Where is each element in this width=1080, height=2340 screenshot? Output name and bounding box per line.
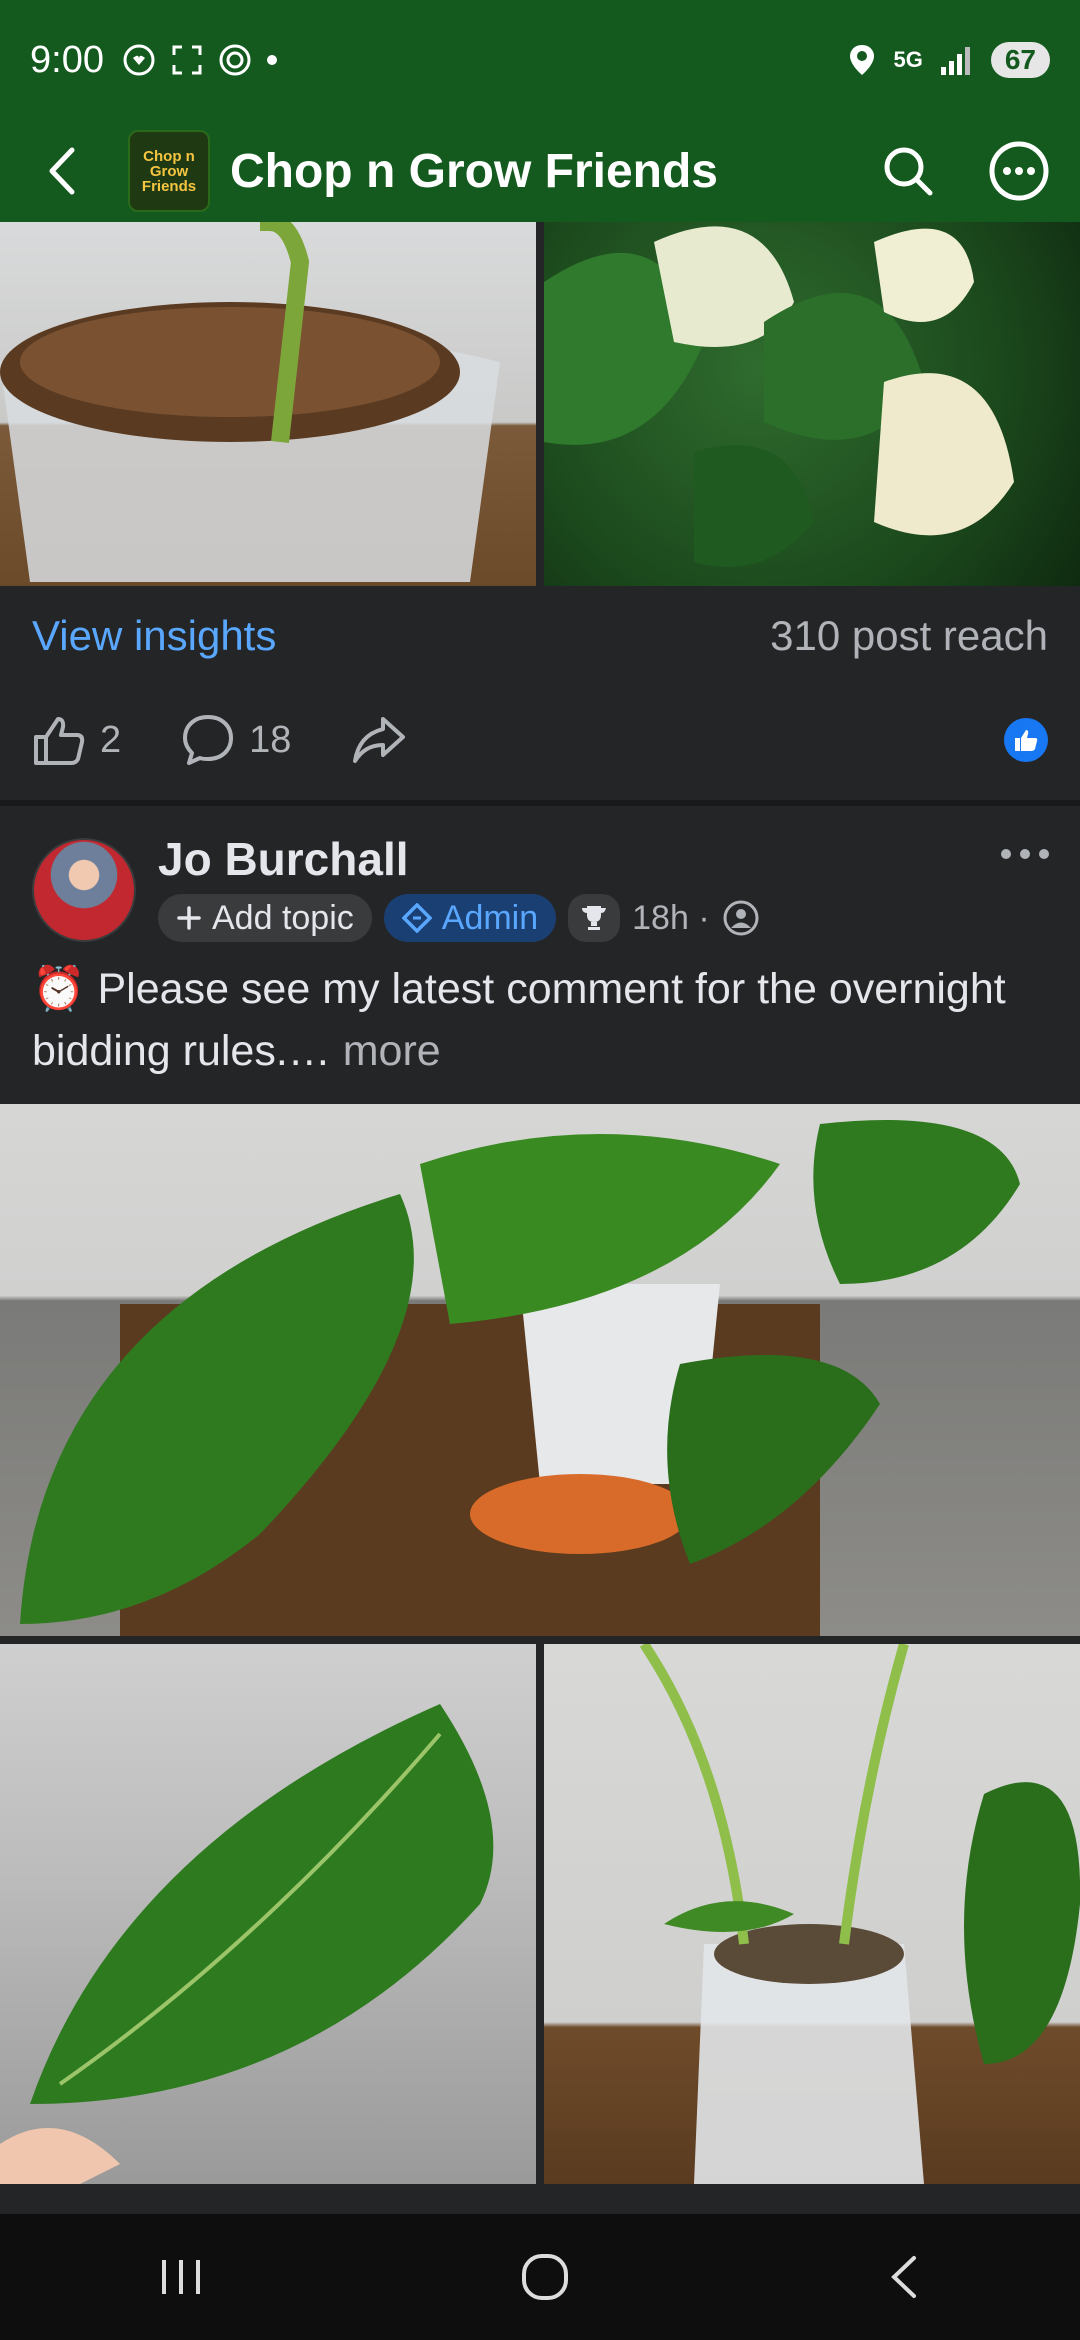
signal-icon [940, 47, 970, 75]
heart-badge-icon [123, 44, 155, 76]
back-arrow-icon [49, 147, 75, 195]
privacy-members-icon [723, 900, 759, 936]
status-time: 9:00 [30, 38, 104, 81]
view-insights-link[interactable]: View insights [32, 612, 276, 660]
post-body: Please see my latest comment for the ove… [32, 965, 1006, 1075]
like-button[interactable]: 2 [32, 713, 121, 767]
status-system-icons: 5G 67 [847, 42, 1050, 78]
post-time: 18h · [632, 898, 710, 937]
nfc-icon [219, 44, 251, 76]
post-image-pot-closeup[interactable] [544, 1644, 1080, 2184]
post-options-icon[interactable] [1000, 846, 1050, 862]
comment-icon [183, 715, 234, 765]
thumbs-up-icon [34, 717, 85, 765]
recent-apps-icon[interactable] [156, 2256, 206, 2298]
top-contributor-badge[interactable] [568, 894, 621, 942]
search-icon[interactable] [880, 143, 936, 199]
system-back-icon[interactable] [884, 2252, 924, 2302]
post-image-moss-pot[interactable] [0, 222, 536, 586]
add-topic-button[interactable]: Add topic [158, 894, 372, 942]
post-image-variegated-monstera[interactable] [544, 222, 1080, 586]
group-header: Chop n Grow Friends Chop n Grow Friends [0, 120, 1080, 222]
post-text: ⏰ Please see my latest comment for the o… [32, 958, 1052, 1082]
share-button[interactable] [351, 715, 407, 765]
status-notification-icons [122, 43, 278, 77]
comment-button[interactable]: 18 [181, 713, 291, 767]
share-icon [353, 717, 406, 763]
post-image-philodendron-main[interactable] [0, 1104, 1080, 1636]
thumbs-up-filled-icon [1015, 730, 1038, 751]
like-reaction-badge[interactable] [1004, 718, 1048, 762]
header-actions [880, 140, 1050, 202]
comment-count: 18 [249, 718, 292, 761]
insights-row: View insights 310 post reach [0, 586, 1080, 686]
plus-icon [177, 906, 201, 930]
post-actions: 2 18 [0, 690, 1080, 790]
battery-indicator: 67 [990, 42, 1050, 78]
admin-badge[interactable]: Admin [383, 894, 557, 942]
status-bar: 9:00 5G 67 [0, 0, 1080, 120]
post-meta: Add topic Admin 18h · [158, 894, 760, 942]
post-image-leaf-closeup[interactable] [0, 1644, 536, 2184]
location-icon [850, 45, 875, 75]
screenshot-icon [172, 45, 202, 75]
group-title[interactable]: Chop n Grow Friends [230, 144, 718, 199]
author-name[interactable]: Jo Burchall [158, 832, 409, 886]
admin-label: Admin [441, 898, 539, 937]
home-icon[interactable] [519, 2251, 571, 2303]
author-avatar[interactable] [32, 838, 136, 942]
group-logo-text: Chop n Grow Friends [141, 147, 197, 195]
feed-gap [0, 2184, 1080, 2214]
alarm-clock-emoji: ⏰ [32, 965, 86, 1013]
like-count: 2 [100, 718, 122, 761]
trophy-icon [582, 906, 607, 930]
group-logo[interactable]: Chop n Grow Friends [128, 130, 210, 212]
admin-diamond-icon [401, 903, 432, 933]
dot-icon [266, 55, 277, 65]
see-more-link[interactable]: more [343, 1027, 441, 1075]
system-nav-bar [0, 2214, 1080, 2340]
post-header: Jo Burchall Add topic Admin 18h · [0, 806, 1080, 966]
network-type-label: 5G [893, 47, 923, 72]
back-button[interactable] [30, 139, 94, 203]
more-options-icon[interactable] [988, 140, 1050, 202]
add-topic-label: Add topic [212, 898, 354, 937]
post-reach-text: 310 post reach [770, 612, 1048, 659]
